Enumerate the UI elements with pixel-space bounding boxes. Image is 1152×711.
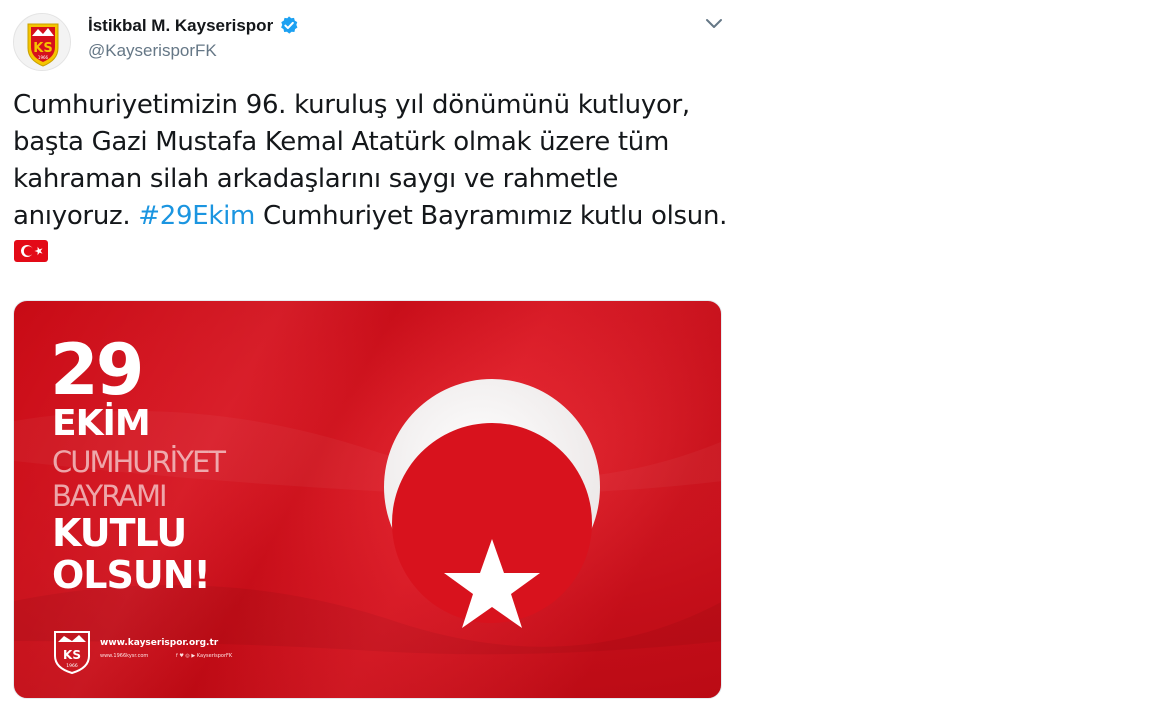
poster-month: EKİM [52,403,151,444]
tweet-text-line: kahraman silah arkadaşlarını saygı ve ra… [13,164,619,194]
turkish-flag-emoji-icon [14,240,48,262]
poster-date-number: 29 [50,329,144,411]
svg-text:KS: KS [33,41,52,56]
tweet-author[interactable]: İstikbal M. Kayserispor @KayserisporFK [88,13,300,61]
crest-letters: KS [63,648,81,662]
verified-badge-icon [281,16,298,34]
poster-word-bayrami: BAYRAMI [52,479,168,513]
display-name[interactable]: İstikbal M. Kayserispor [88,16,273,36]
tweet-text-segment: anıyoruz. [13,201,139,231]
user-handle[interactable]: @KayserisporFK [88,41,300,61]
poster-word-olsun: OLSUN! [52,553,211,597]
club-logo-icon: KS 1966 [14,14,70,70]
crest-year: 1966 [66,663,78,669]
club-crest-icon: KS 1966 [54,631,90,674]
tweet-text: Cumhuriyetimizin 96. kuruluş yıl dönümün… [13,87,753,235]
tweet-text-segment: Cumhuriyet Bayramımız kutlu olsun. [255,201,728,231]
poster-website: www.kayserispor.org.tr [100,638,219,648]
tweet-text-line: başta Gazi Mustafa Kemal Atatürk olmak ü… [13,127,669,157]
tweet-media-image[interactable]: 29 EKİM CUMHURİYET BAYRAMI KUTLU OLSUN! … [13,300,722,699]
poster-social-handle: f ♥ ◎ ▶ KayserisporFK [176,653,233,659]
tweet-text-line: Cumhuriyetimizin 96. kuruluş yıl dönümün… [13,90,690,120]
poster-small-site: www.1966kysr.com [100,653,149,659]
poster-word-cumhuriyet: CUMHURİYET [52,445,226,479]
chevron-down-icon[interactable] [703,15,725,33]
avatar[interactable]: KS 1966 [13,13,71,71]
svg-text:1966: 1966 [38,55,49,60]
hashtag-link[interactable]: #29Ekim [138,201,255,231]
poster-word-kutlu: KUTLU [52,511,187,555]
tweet-card[interactable]: KS 1966 İstikbal M. Kayserispor @Kayseri… [0,0,1152,711]
tweet-text-line: anıyoruz. #29Ekim Cumhuriyet Bayramımız … [13,198,753,235]
